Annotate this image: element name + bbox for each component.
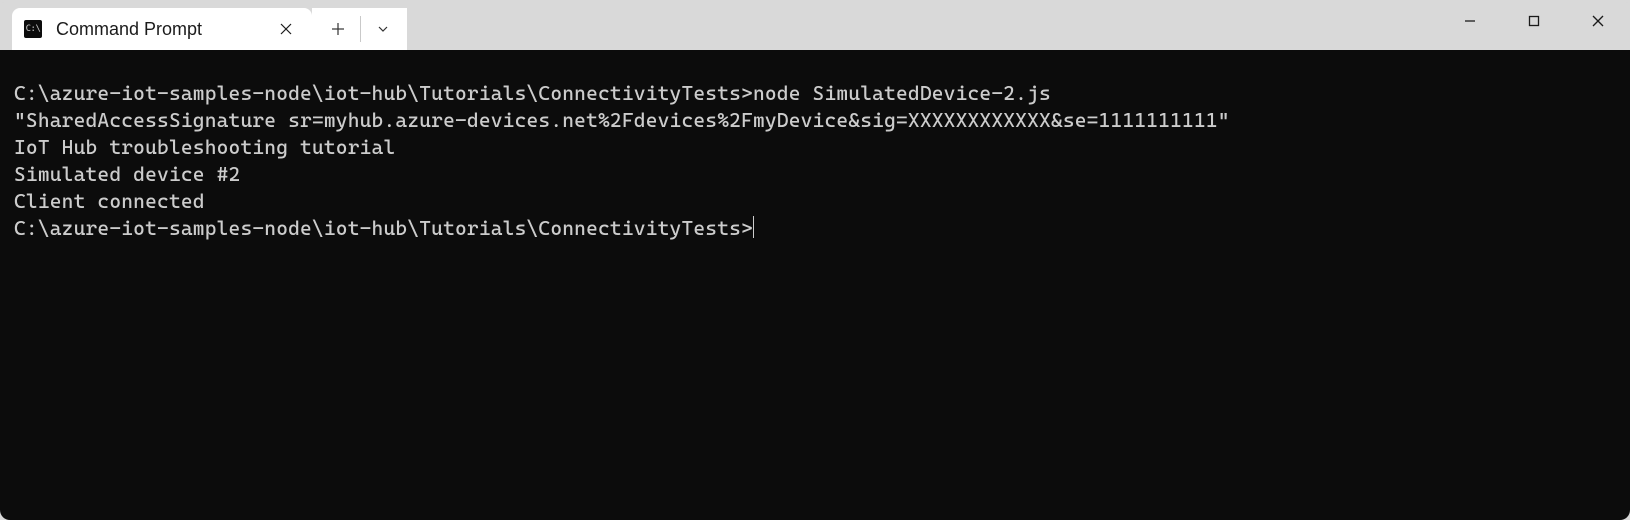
titlebar: C:\ Command Prompt [0,0,1630,50]
tab-actions [312,8,407,50]
tab-separator [360,16,361,42]
minimize-button[interactable] [1438,0,1502,42]
terminal-output[interactable]: C:\azure-iot-samples-node\iot-hub\Tutori… [0,50,1630,520]
window-close-button[interactable] [1566,0,1630,42]
cmd-icon: C:\ [24,20,42,38]
terminal-output-line: IoT Hub troubleshooting tutorial [14,134,1616,161]
tab-command-prompt[interactable]: C:\ Command Prompt [12,8,312,50]
terminal-output-line: Simulated device #2 [14,161,1616,188]
command-text: node SimulatedDevice-2.js [753,81,1051,105]
tab-dropdown-button[interactable] [365,12,401,46]
chevron-down-icon [376,22,390,36]
plus-icon [331,22,345,36]
terminal-output-line: "SharedAccessSignature sr=myhub.azure-de… [14,107,1616,134]
new-tab-button[interactable] [320,12,356,46]
maximize-button[interactable] [1502,0,1566,42]
tab-title: Command Prompt [56,19,262,40]
window-controls [1438,0,1630,42]
close-icon [1591,14,1605,28]
minimize-icon [1463,14,1477,28]
close-icon [280,23,292,35]
tab-close-button[interactable] [274,17,298,41]
terminal-prompt-line: C:\azure-iot-samples-node\iot-hub\Tutori… [14,215,1616,242]
cmd-icon-glyph: C:\ [26,25,41,34]
prompt-path: C:\azure-iot-samples-node\iot-hub\Tutori… [14,216,753,240]
text-cursor [753,216,755,238]
prompt-path: C:\azure-iot-samples-node\iot-hub\Tutori… [14,81,753,105]
maximize-icon [1527,14,1541,28]
terminal-output-line: Client connected [14,188,1616,215]
terminal-prompt-line: C:\azure-iot-samples-node\iot-hub\Tutori… [14,80,1616,107]
terminal-window: C:\ Command Prompt [0,0,1630,520]
